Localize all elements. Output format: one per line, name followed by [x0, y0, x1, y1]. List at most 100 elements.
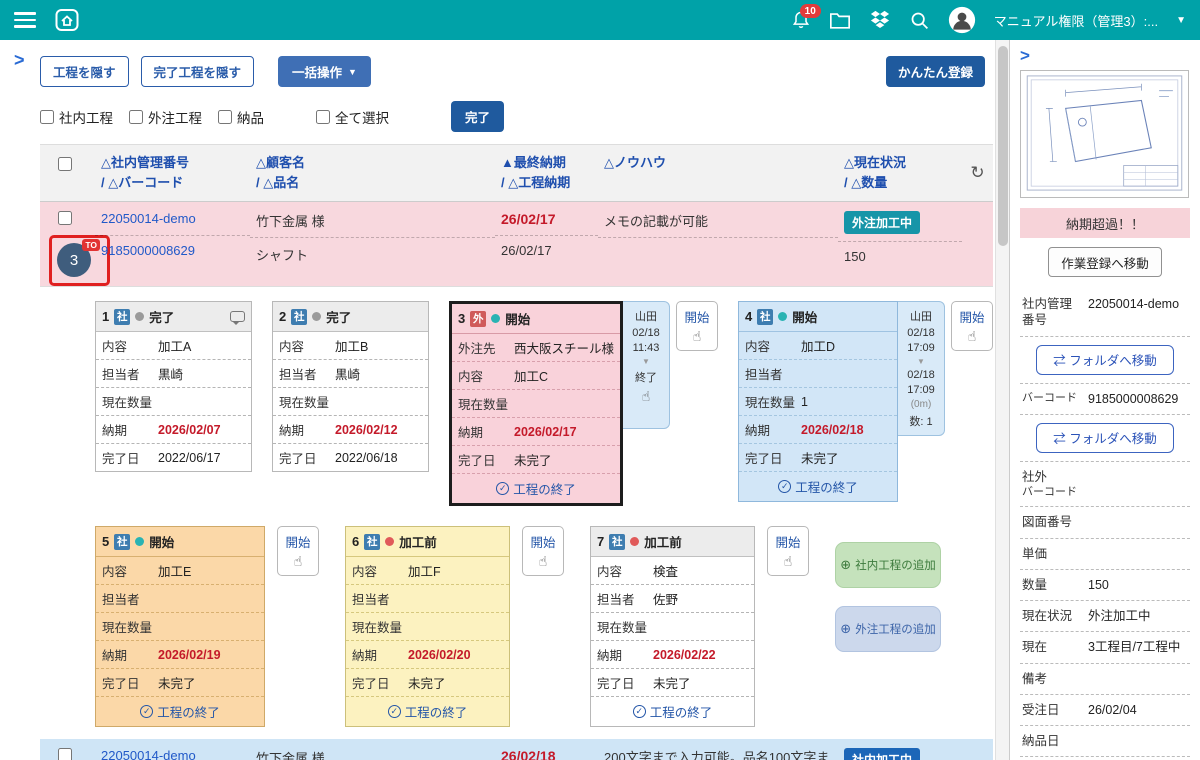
select-all-checkbox[interactable] [316, 110, 330, 124]
menu-icon[interactable] [14, 12, 36, 28]
collapse-right-chevron-icon[interactable]: > [1020, 46, 1190, 66]
folder-move-button-1[interactable]: ⇄ フォルダへ移動 [1036, 345, 1174, 375]
hand-cursor-icon[interactable]: ☝ [642, 388, 651, 405]
scrollbar-thumb[interactable] [998, 46, 1008, 246]
add-outsource-process-button[interactable]: ⊕ 外注工程の追加 [835, 606, 941, 652]
col-header-status[interactable]: △現在状況/ △数量 [838, 145, 962, 201]
process-card-5[interactable]: 5 社 開始 内容加工E 担当者 現在数量 納期2026/02/19 完了日未完… [95, 526, 265, 727]
select-all-label: 全て選択 [335, 107, 389, 127]
process-card-1[interactable]: 1 社 完了 内容加工A 担当者黒崎 現在数量 納期2026/02/07 完了日… [95, 301, 252, 472]
final-due-date: 26/02/18 [495, 739, 598, 760]
check-circle-icon: ✓ [778, 480, 791, 493]
internal-checkbox[interactable] [40, 110, 54, 124]
bell-icon[interactable]: 10 [791, 10, 811, 30]
easy-register-button[interactable]: かんたん登録 [886, 56, 985, 87]
field-label: 担当者 [745, 364, 801, 383]
dropbox-icon[interactable] [869, 10, 891, 30]
col-header-customer[interactable]: △顧客名/ △品名 [250, 145, 495, 201]
row2-checkbox[interactable] [58, 748, 72, 760]
status-dot [135, 537, 144, 546]
start-process-button-6[interactable]: 開始 ☝ [522, 526, 564, 576]
barcode-link[interactable]: 9185000008629 [101, 243, 195, 258]
delivery-checkbox[interactable] [218, 110, 232, 124]
expand-left-chevron-icon[interactable]: > [14, 50, 25, 71]
field-value: 加工D [801, 336, 835, 355]
caret-down-icon: ▼ [917, 357, 925, 366]
field-value: 2026/02/19 [158, 648, 221, 662]
go-work-register-button[interactable]: 作業登録へ移動 [1048, 247, 1162, 277]
field-value: 黒崎 [335, 364, 360, 383]
hide-done-process-button[interactable]: 完了工程を隠す [141, 56, 255, 87]
process-count-badge[interactable]: 3 TO [57, 243, 91, 277]
field-value: 2026/02/18 [801, 423, 864, 437]
start-process-button-5[interactable]: 開始 ☝ [277, 526, 319, 576]
start-process-button-3[interactable]: 開始 ☝ [676, 301, 718, 351]
status-dot [312, 312, 321, 321]
card-number: 2 [279, 309, 286, 324]
complete-button[interactable]: 完了 [451, 101, 504, 132]
work-time: 11:43 [633, 342, 660, 354]
end-process-button[interactable]: ✓工程の終了 [591, 697, 754, 726]
row1-checkbox[interactable] [58, 211, 72, 225]
order-id-link[interactable]: 22050014-demo [101, 748, 196, 760]
process-card-4[interactable]: 4 社 開始 内容加工D 担当者 現在数量1 納期2026/02/18 完了日未… [738, 301, 898, 502]
folder-icon[interactable] [829, 11, 851, 30]
hide-process-button[interactable]: 工程を隠す [40, 56, 129, 87]
work-log-panel-4[interactable]: 山田 02/18 17:09 ▼ 02/18 17:09 (0m) 数: 1 [898, 301, 945, 436]
card-4-group: 4 社 開始 内容加工D 担当者 現在数量1 納期2026/02/18 完了日未… [738, 301, 993, 502]
card-status: 開始 [792, 307, 817, 326]
col-header-due[interactable]: ▲最終納期/ △工程納期 [495, 145, 598, 201]
field-label: 内容 [745, 336, 801, 355]
header-checkbox[interactable] [58, 157, 72, 171]
field-value: 佐野 [653, 589, 678, 608]
process-card-2[interactable]: 2 社 完了 内容加工B 担当者黒崎 現在数量 納期2026/02/12 完了日… [272, 301, 429, 472]
end-date: 02/18 [907, 369, 935, 381]
refresh-icon[interactable]: ↻ [970, 160, 984, 186]
start-process-button-7[interactable]: 開始 ☝ [767, 526, 809, 576]
col-header-knowhow[interactable]: △ノウハウ [598, 145, 838, 201]
vertical-scrollbar[interactable] [995, 40, 1009, 760]
filter-internal[interactable]: 社内工程 [40, 107, 113, 127]
outsource-checkbox[interactable] [129, 110, 143, 124]
account-caret-down-icon[interactable]: ▼ [1176, 15, 1186, 26]
hand-cursor-icon: ☝ [784, 553, 793, 570]
order-row-2[interactable]: ⋯ 22050014-demo 9185000008636 竹下金属 様 駆動ギ… [40, 739, 993, 760]
topbar: 10 マニュアル権限（管理3）:... ▼ [0, 0, 1200, 40]
home-icon[interactable] [54, 8, 80, 32]
process-card-7[interactable]: 7 社 加工前 内容検査 担当者佐野 現在数量 納期2026/02/22 完了日… [590, 526, 755, 727]
end-process-button[interactable]: ✓工程の終了 [739, 472, 897, 501]
status-dot [385, 537, 394, 546]
end-process-button[interactable]: ✓工程の終了 [346, 697, 509, 726]
final-due-date: 26/02/17 [495, 202, 598, 236]
internal-chip: 社 [114, 309, 130, 325]
card-status: 加工前 [399, 532, 437, 551]
col-header-mgmt-no[interactable]: △社内管理番号/ △バーコード [95, 145, 250, 201]
status-dot [135, 312, 144, 321]
field-external-barcode: 社外バーコード [1020, 462, 1190, 508]
process-card-3-selected[interactable]: 3 外 開始 外注先西大阪スチール様 内容加工C 現在数量 納期2026/02/… [449, 301, 623, 506]
field-label: 担当者 [352, 589, 408, 608]
comment-icon[interactable] [230, 311, 245, 322]
start-time: 17:09 [907, 342, 935, 354]
order-id-link[interactable]: 22050014-demo [101, 211, 196, 226]
bulk-action-button[interactable]: 一括操作 ▼ [278, 56, 371, 87]
end-process-button[interactable]: ✓工程の終了 [452, 474, 620, 503]
drawing-thumbnail[interactable] [1020, 70, 1189, 198]
field-remarks: 備考 [1020, 664, 1190, 695]
worker-name: 山田 [910, 308, 932, 324]
start-process-button-4[interactable]: 開始 ☝ [951, 301, 993, 351]
filter-delivery[interactable]: 納品 [218, 107, 264, 127]
field-value: 加工B [335, 336, 368, 355]
add-internal-process-button[interactable]: ⊕ 社内工程の追加 [835, 542, 941, 588]
check-circle-icon: ✓ [388, 705, 401, 718]
field-label: 内容 [279, 336, 335, 355]
end-process-button[interactable]: ✓工程の終了 [96, 697, 264, 726]
select-all[interactable]: 全て選択 [316, 107, 389, 127]
process-card-6[interactable]: 6 社 加工前 内容加工F 担当者 現在数量 納期2026/02/20 完了日未… [345, 526, 510, 727]
work-log-panel-3[interactable]: 山田 02/18 11:43 ▼ 終了 ☝ [623, 301, 670, 429]
avatar[interactable] [948, 6, 976, 34]
search-icon[interactable] [909, 10, 930, 31]
filter-outsource[interactable]: 外注工程 [129, 107, 202, 127]
order-row-1[interactable]: 3 TO 22050014-demo 9185000008629 竹下金属 様 … [40, 202, 993, 287]
folder-move-button-2[interactable]: ⇄ フォルダへ移動 [1036, 423, 1174, 453]
